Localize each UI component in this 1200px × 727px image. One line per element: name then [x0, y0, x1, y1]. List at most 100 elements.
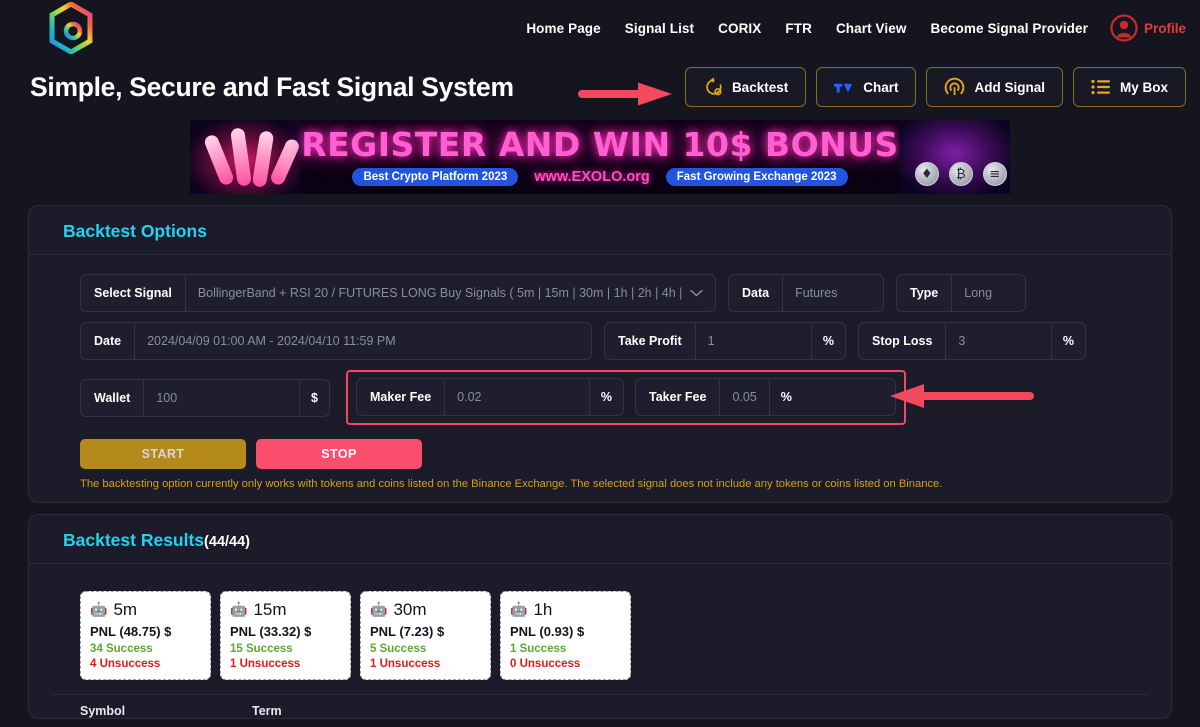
- banner-pill-right: Fast Growing Exchange 2023: [665, 168, 848, 186]
- stop-loss-label: Stop Loss: [859, 323, 947, 359]
- backtest-button[interactable]: Backtest: [684, 67, 807, 107]
- start-button[interactable]: START: [80, 439, 246, 469]
- select-signal-value: BollingerBand + RSI 20 / FUTURES LONG Bu…: [197, 286, 686, 300]
- result-card-success: 5 Success: [370, 642, 427, 655]
- nav-item-home-page[interactable]: Home Page: [526, 21, 600, 36]
- select-signal-label: Select Signal: [81, 275, 186, 311]
- robot-icon: 🤖: [370, 601, 388, 618]
- chart-button[interactable]: Chart: [816, 67, 917, 107]
- stop-loss-field[interactable]: Stop Loss 3 %: [858, 322, 1086, 360]
- result-card-timeframe: 1h: [533, 599, 553, 619]
- results-table-header-row: Symbol Term: [51, 693, 1149, 718]
- result-card[interactable]: 🤖 30m PNL (7.23) $ 5 Success 1 Unsuccess: [360, 590, 491, 680]
- taker-fee-field[interactable]: Taker Fee 0.05 %: [635, 378, 896, 416]
- promo-banner[interactable]: REGISTER AND WIN 10$ BONUS Best Crypto P…: [190, 120, 1010, 194]
- backtest-results-title-text: Backtest Results: [63, 529, 205, 550]
- form-row-date: Date 2024/04/09 01:00 AM - 2024/04/10 11…: [51, 317, 1149, 365]
- backtest-controls: START STOP: [51, 430, 1149, 469]
- nav-item-chart-view[interactable]: Chart View: [836, 21, 907, 36]
- nav-links: Home Page Signal List CORIX FTR Chart Vi…: [526, 21, 1088, 36]
- result-card-unsuccess: 1 Unsuccess: [230, 657, 301, 670]
- stop-button[interactable]: STOP: [256, 439, 422, 469]
- results-th-3[interactable]: [497, 704, 702, 718]
- robot-icon: 🤖: [510, 601, 528, 618]
- result-card[interactable]: 🤖 15m PNL (33.32) $ 15 Success 1 Unsucce…: [220, 590, 351, 680]
- taker-fee-label: Taker Fee: [636, 379, 721, 415]
- backtest-options-body: Select Signal BollingerBand + RSI 20 / F…: [29, 255, 1171, 502]
- maker-fee-value[interactable]: 0.02: [445, 379, 589, 415]
- banner-left-art: [190, 120, 302, 194]
- backtest-options-header: Backtest Options: [29, 206, 1171, 255]
- fee-highlight-box: Maker Fee 0.02 % Taker Fee 0.05 %: [346, 370, 906, 425]
- taker-fee-suffix: %: [768, 379, 803, 415]
- brand-logo[interactable]: [48, 2, 94, 54]
- banner-headline: REGISTER AND WIN 10$ BONUS: [301, 125, 899, 164]
- date-value: 2024/04/09 01:00 AM - 2024/04/10 11:59 P…: [147, 334, 396, 348]
- result-card-pnl: PNL (48.75) $: [90, 623, 172, 639]
- take-profit-label: Take Profit: [605, 323, 696, 359]
- form-row-fees: Wallet 100 $ Maker Fee 0.02 % Taker Fee …: [51, 365, 1149, 430]
- backtest-options-title: Backtest Options: [63, 221, 207, 241]
- select-signal-field[interactable]: Select Signal BollingerBand + RSI 20 / F…: [80, 274, 716, 312]
- list-icon: [1091, 79, 1111, 95]
- nav-item-corix[interactable]: CORIX: [718, 21, 761, 36]
- take-profit-suffix: %: [810, 323, 845, 359]
- profile-menu[interactable]: Profile: [1110, 14, 1186, 42]
- stop-loss-value[interactable]: 3: [946, 323, 1050, 359]
- nav-item-signal-list[interactable]: Signal List: [625, 21, 694, 36]
- robot-icon: 🤖: [230, 601, 248, 618]
- backtest-gear-icon: [703, 77, 723, 97]
- hexagon-logo-icon: [49, 2, 93, 54]
- type-field[interactable]: Type Long: [896, 274, 1026, 312]
- results-th-symbol[interactable]: Symbol: [80, 704, 252, 718]
- backtest-options-panel: Backtest Options Select Signal Bollinger…: [28, 205, 1172, 503]
- result-card-pnl: PNL (0.93) $: [510, 623, 585, 639]
- broadcast-icon: [944, 77, 965, 98]
- stop-loss-suffix: %: [1050, 323, 1085, 359]
- result-card-unsuccess: 1 Unsuccess: [370, 657, 441, 670]
- backtest-results-count: (44/44): [204, 533, 250, 550]
- result-card[interactable]: 🤖 1h PNL (0.93) $ 1 Success 0 Unsuccess: [500, 590, 631, 680]
- backtest-results-title: Backtest Results(44/44): [63, 530, 1137, 551]
- taker-fee-value[interactable]: 0.05: [720, 379, 768, 415]
- banner-text-area: REGISTER AND WIN 10$ BONUS Best Crypto P…: [301, 120, 899, 194]
- results-th-4[interactable]: [702, 704, 922, 718]
- maker-fee-field[interactable]: Maker Fee 0.02 %: [356, 378, 624, 416]
- banner-right-art: ♦ ₿ ≡: [898, 120, 1010, 194]
- result-card-timeframe: 15m: [253, 599, 287, 619]
- wallet-field[interactable]: Wallet 100 $: [80, 378, 330, 417]
- results-th-5[interactable]: [922, 704, 1102, 718]
- wallet-value[interactable]: 100: [144, 380, 299, 416]
- backtest-warning-text: The backtesting option currently only wo…: [80, 478, 943, 490]
- my-box-button[interactable]: My Box: [1072, 67, 1186, 107]
- backtest-results-panel: Backtest Results(44/44) 🤖 5m PNL (48.75)…: [28, 513, 1172, 719]
- result-card-head: 🤖 15m: [230, 600, 341, 620]
- banner-row: REGISTER AND WIN 10$ BONUS Best Crypto P…: [0, 114, 1200, 194]
- result-card[interactable]: 🤖 5m PNL (48.75) $ 34 Success 4 Unsucces…: [80, 590, 211, 680]
- maker-fee-suffix: %: [588, 379, 623, 415]
- take-profit-value[interactable]: 1: [696, 323, 811, 359]
- results-th-term[interactable]: Term: [252, 704, 497, 718]
- result-card-list: 🤖 5m PNL (48.75) $ 34 Success 4 Unsucces…: [51, 578, 1149, 694]
- banner-subrow: Best Crypto Platform 2023 www.EXOLO.org …: [352, 168, 848, 186]
- result-card-timeframe: 30m: [393, 599, 427, 619]
- nav-item-ftr[interactable]: FTR: [785, 21, 812, 36]
- wallet-suffix: $: [299, 379, 329, 416]
- profile-label: Profile: [1143, 20, 1186, 36]
- date-field[interactable]: Date 2024/04/09 01:00 AM - 2024/04/10 11…: [80, 322, 592, 360]
- action-button-group: Backtest Chart Add Signal My Box: [684, 67, 1186, 107]
- data-field[interactable]: Data Futures: [728, 274, 884, 312]
- result-card-timeframe: 5m: [113, 599, 138, 619]
- date-label: Date: [81, 323, 136, 359]
- add-signal-button[interactable]: Add Signal: [926, 67, 1063, 107]
- backtest-button-label: Backtest: [731, 79, 789, 95]
- nav-item-become-signal-provider[interactable]: Become Signal Provider: [930, 21, 1088, 36]
- backtest-results-header: Backtest Results(44/44): [29, 515, 1171, 564]
- my-box-button-label: My Box: [1119, 79, 1168, 95]
- top-navigation-bar: Home Page Signal List CORIX FTR Chart Vi…: [0, 0, 1200, 56]
- result-card-unsuccess: 4 Unsuccess: [90, 657, 161, 670]
- chevron-down-icon[interactable]: [686, 275, 715, 311]
- chart-button-label: Chart: [863, 79, 899, 95]
- banner-url: www.EXOLO.org: [534, 169, 650, 185]
- take-profit-field[interactable]: Take Profit 1 %: [604, 322, 846, 360]
